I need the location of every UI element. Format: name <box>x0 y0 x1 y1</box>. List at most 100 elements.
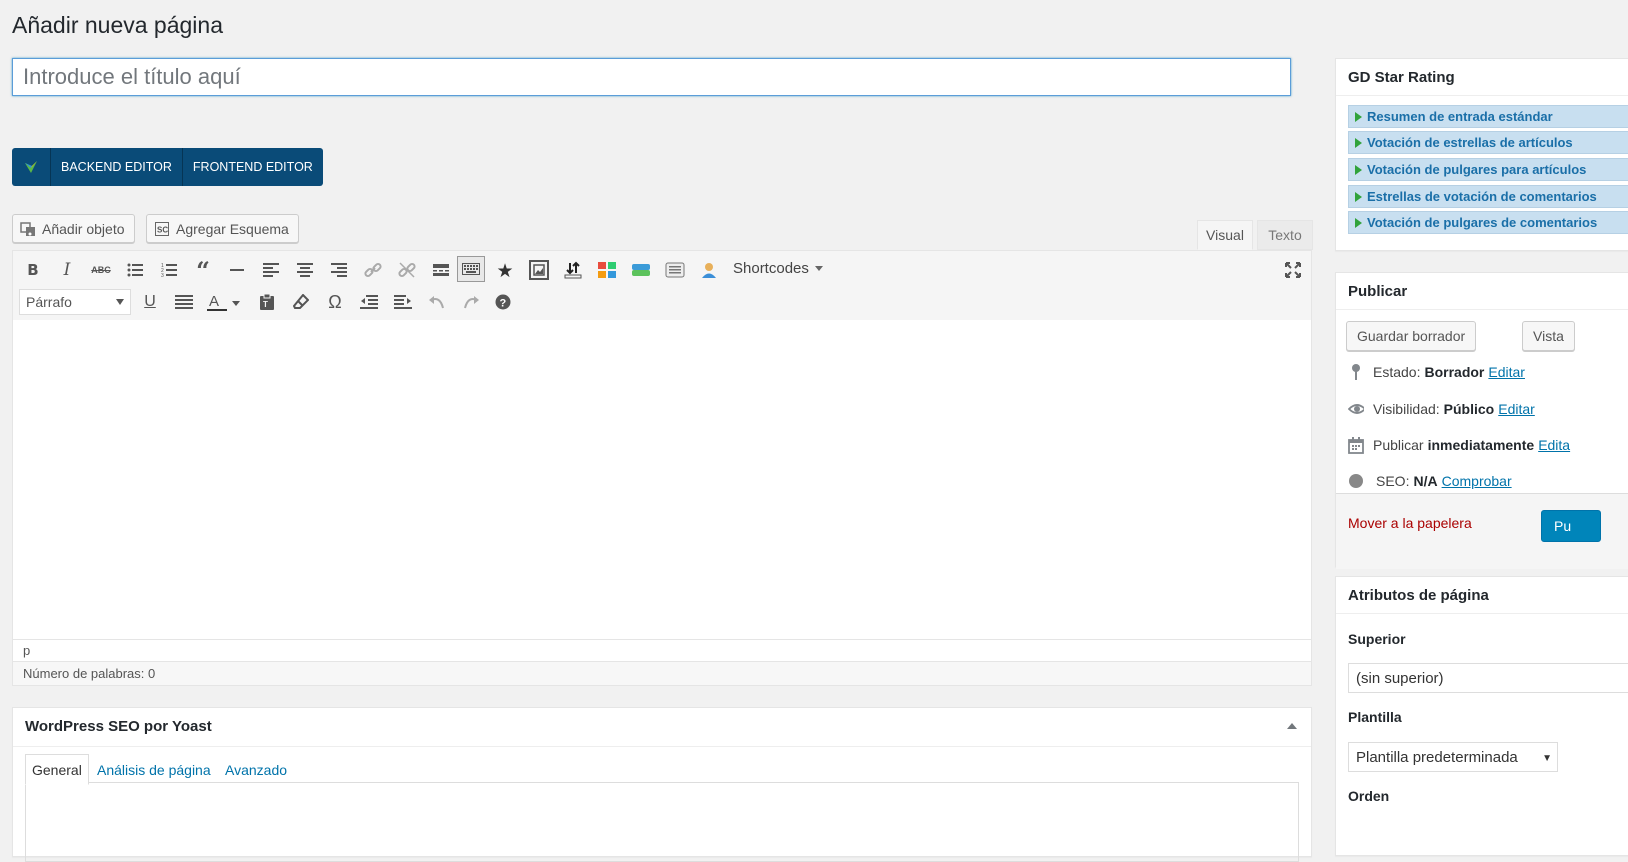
table-icon[interactable] <box>663 258 687 282</box>
gd-star-item[interactable]: Resumen de entrada estándar <box>1348 105 1628 128</box>
tab-text[interactable]: Texto <box>1257 220 1313 250</box>
page-title: Añadir nueva página <box>12 12 223 38</box>
parent-label: Superior <box>1348 631 1406 647</box>
seo-value: N/A <box>1413 473 1438 489</box>
gd-star-item-label: Votación de pulgares de comentarios <box>1367 215 1598 230</box>
eraser-icon[interactable] <box>289 290 313 314</box>
template-select[interactable]: Plantilla predeterminada ▼ <box>1348 742 1558 772</box>
align-right-icon[interactable] <box>327 258 351 282</box>
publish-title: Publicar <box>1348 283 1408 300</box>
read-more-icon[interactable] <box>429 258 453 282</box>
add-media-label: Añadir objeto <box>42 220 125 237</box>
publish-date-label: Publicar <box>1373 437 1424 453</box>
gd-star-item-label: Resumen de entrada estándar <box>1367 109 1553 124</box>
gd-star-rating-box: GD Star Rating Resumen de entrada estánd… <box>1335 58 1628 251</box>
parent-select[interactable]: (sin superior) <box>1348 663 1628 693</box>
indent-icon[interactable] <box>391 290 415 314</box>
strikethrough-icon[interactable]: ABC <box>89 258 113 282</box>
divider <box>1336 95 1628 96</box>
triangle-right-icon <box>1355 111 1362 122</box>
remove-link-icon[interactable] <box>395 258 419 282</box>
publish-date-row: Publicar inmediatamente Edita <box>1348 436 1570 454</box>
horizontal-line-icon[interactable] <box>225 258 249 282</box>
edit-visibility-link[interactable]: Editar <box>1498 401 1535 417</box>
template-label: Plantilla <box>1348 709 1402 725</box>
triangle-right-icon <box>1355 191 1362 202</box>
toolbar-toggle-icon[interactable] <box>457 256 485 282</box>
tab-page-analysis[interactable]: Análisis de página <box>97 757 211 783</box>
svg-text:3: 3 <box>161 273 164 277</box>
visual-composer-bar: BACKEND EDITOR FRONTEND EDITOR <box>12 148 323 186</box>
seo-check-link[interactable]: Comprobar <box>1442 473 1512 489</box>
schema-icon: SC <box>154 221 170 237</box>
numbered-list-icon[interactable]: 123 <box>157 258 181 282</box>
move-to-trash-link[interactable]: Mover a la papelera <box>1348 515 1472 531</box>
color-grid-icon[interactable] <box>595 258 619 282</box>
add-schema-label: Agregar Esquema <box>176 220 289 237</box>
italic-icon[interactable]: I <box>55 258 79 282</box>
bold-icon[interactable]: B <box>21 258 45 282</box>
backend-editor-button[interactable]: BACKEND EDITOR <box>51 148 183 186</box>
bullet-list-icon[interactable] <box>123 258 147 282</box>
chevron-down-icon: ▼ <box>1542 753 1552 764</box>
gallery-frame-icon[interactable] <box>527 258 551 282</box>
save-draft-button[interactable]: Guardar borrador <box>1346 321 1477 351</box>
title-input[interactable] <box>12 58 1291 96</box>
svg-text:T: T <box>263 300 268 309</box>
gd-star-item[interactable]: Votación de pulgares de comentarios <box>1348 211 1628 234</box>
star-rating-icon[interactable]: ★ <box>493 259 517 283</box>
upload-download-icon[interactable] <box>561 258 585 282</box>
triangle-right-icon <box>1355 137 1362 148</box>
format-select[interactable]: Párrafo <box>19 289 131 315</box>
seo-row: SEO: N/A Comprobar <box>1348 472 1512 490</box>
divider <box>1336 613 1628 614</box>
tab-advanced[interactable]: Avanzado <box>225 757 287 783</box>
visibility-label: Visibilidad: <box>1373 401 1440 417</box>
gd-star-item[interactable]: Votación de pulgares para artículos <box>1348 158 1628 181</box>
add-schema-button[interactable]: SC Agregar Esquema <box>146 214 299 243</box>
seo-status-icon <box>1348 472 1364 490</box>
publish-box: Publicar Guardar borrador Vista Estado: B… <box>1335 272 1628 569</box>
gd-star-item-label: Votación de estrellas de artículos <box>1367 135 1573 150</box>
svg-text:?: ? <box>500 298 507 310</box>
justify-icon[interactable] <box>172 290 196 314</box>
progress-bar-icon[interactable] <box>629 258 653 282</box>
paste-text-icon[interactable]: T <box>255 290 279 314</box>
shortcodes-dropdown[interactable]: Shortcodes <box>733 260 823 277</box>
user-profile-icon[interactable] <box>697 258 721 282</box>
gd-star-item[interactable]: Estrellas de votación de comentarios <box>1348 185 1628 208</box>
pin-icon <box>1348 363 1364 381</box>
blockquote-icon[interactable]: “ <box>191 256 215 285</box>
underline-icon[interactable]: U <box>138 290 162 314</box>
help-icon[interactable]: ? <box>491 290 515 314</box>
triangle-right-icon <box>1355 164 1362 175</box>
outdent-icon[interactable] <box>357 290 381 314</box>
triangle-right-icon <box>1355 217 1362 228</box>
text-color-icon[interactable]: A <box>206 290 242 314</box>
preview-button[interactable]: Vista <box>1522 321 1575 351</box>
edit-date-link[interactable]: Edita <box>1538 437 1570 453</box>
insert-link-icon[interactable] <box>361 258 385 282</box>
svg-text:SC: SC <box>157 225 168 234</box>
tab-visual[interactable]: Visual <box>1197 220 1253 250</box>
frontend-editor-button[interactable]: FRONTEND EDITOR <box>183 148 323 186</box>
align-left-icon[interactable] <box>259 258 283 282</box>
gd-star-item[interactable]: Votación de estrellas de artículos <box>1348 131 1628 154</box>
edit-status-link[interactable]: Editar <box>1488 364 1525 380</box>
editor-content-area[interactable] <box>13 320 1311 639</box>
parent-select-value: (sin superior) <box>1356 669 1444 687</box>
add-media-icon <box>20 221 36 237</box>
add-media-button[interactable]: Añadir objeto <box>12 214 135 243</box>
order-label: Orden <box>1348 788 1390 804</box>
align-center-icon[interactable] <box>293 258 317 282</box>
collapse-arrow-icon[interactable] <box>1287 723 1297 729</box>
status-row: Estado: Borrador Editar <box>1348 363 1525 381</box>
tab-general[interactable]: General <box>25 754 89 785</box>
redo-icon[interactable] <box>459 290 483 314</box>
publish-button[interactable]: Pu <box>1541 510 1601 542</box>
undo-icon[interactable] <box>425 290 449 314</box>
special-character-icon[interactable]: Ω <box>323 290 347 314</box>
yoast-title: WordPress SEO por Yoast <box>25 718 212 735</box>
publish-date-value: inmediatamente <box>1427 437 1535 453</box>
fullscreen-icon[interactable] <box>1281 258 1305 282</box>
